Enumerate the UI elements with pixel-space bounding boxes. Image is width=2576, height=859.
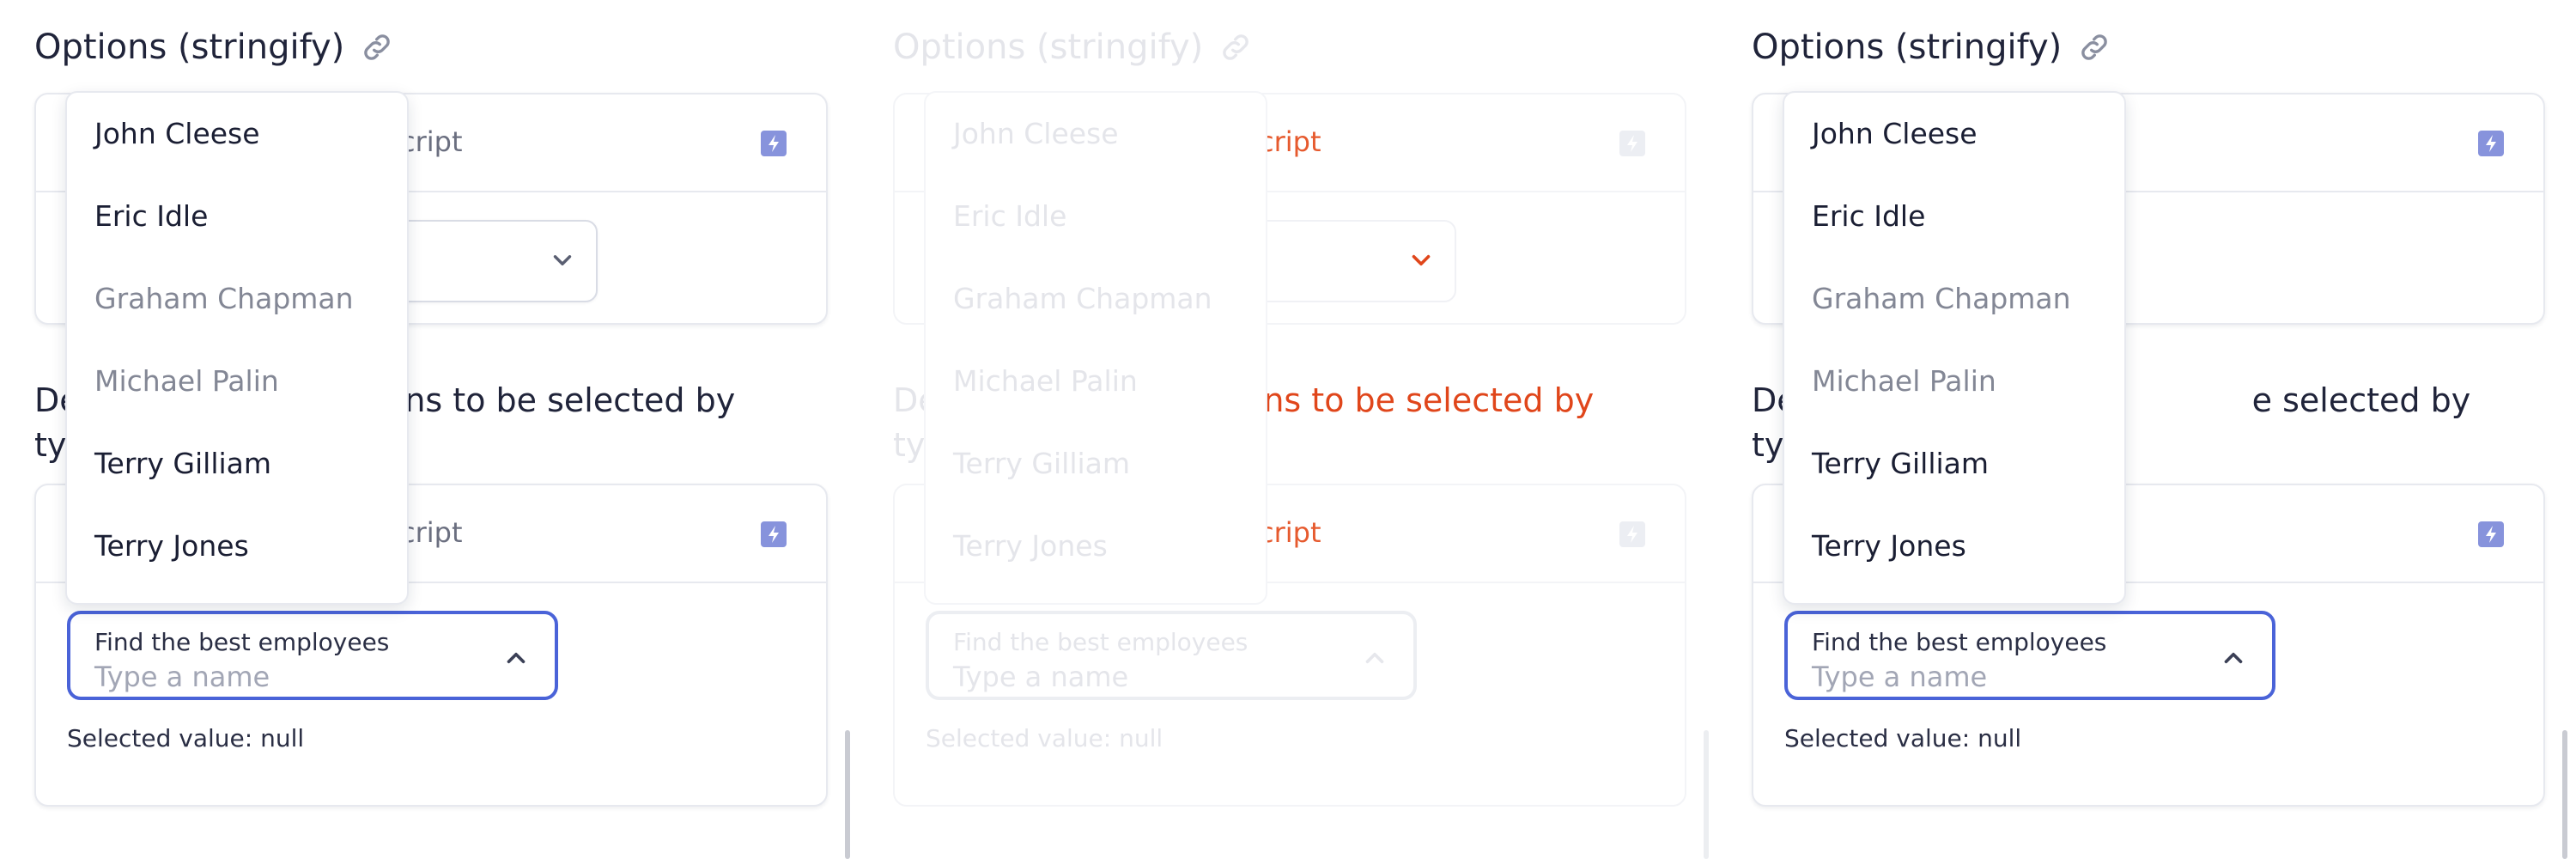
selected-value-text: Selected value: null xyxy=(1784,724,2022,752)
section-title: Options (stringify) xyxy=(1752,27,2111,67)
field-label: Find the best employees xyxy=(953,628,1249,656)
bolt-icon[interactable] xyxy=(2478,521,2504,547)
heading-fragment-2: ty xyxy=(34,426,67,464)
option-graham-chapman: Graham Chapman xyxy=(1812,282,2071,315)
bolt-icon[interactable] xyxy=(761,521,787,547)
link-icon[interactable] xyxy=(1218,30,1253,64)
option-john-cleese[interactable]: John Cleese xyxy=(67,93,407,175)
option-michael-palin: Michael Palin xyxy=(1812,364,1996,398)
options-listbox: John Cleese Eric Idle Graham Chapman Mic… xyxy=(65,91,409,605)
chevron-up-icon[interactable] xyxy=(1360,643,1389,673)
option-john-cleese[interactable]: John Cleese xyxy=(1784,93,2124,175)
selected-value-text: Selected value: null xyxy=(926,724,1163,752)
option-terry-gilliam[interactable]: Terry Gilliam xyxy=(67,423,407,505)
chevron-down-icon[interactable] xyxy=(548,246,577,275)
panel-transition-state: Options (stringify) cript De tions to be … xyxy=(859,0,1717,859)
option-graham-chapman: Graham Chapman xyxy=(94,282,354,315)
options-listbox: John Cleese Eric Idle Graham Chapman Mic… xyxy=(924,91,1267,605)
options-listbox: John Cleese Eric Idle Graham Chapman Mic… xyxy=(1783,91,2126,605)
chevron-up-icon[interactable] xyxy=(2219,643,2248,673)
heading-fragment-right: tions to be selected by xyxy=(1221,381,1595,419)
section-title: Options (stringify) xyxy=(893,27,1253,67)
search-input[interactable]: Type a name xyxy=(94,661,270,693)
heading-fragment-right: e selected by xyxy=(2251,381,2471,419)
field-label: Find the best employees xyxy=(1812,628,2107,656)
option-eric-idle[interactable]: Eric Idle xyxy=(926,175,1266,258)
section-title-text: Options (stringify) xyxy=(1752,27,2063,67)
section-title: Options (stringify) xyxy=(34,27,394,67)
section-title-text: Options (stringify) xyxy=(34,27,345,67)
panel-open-state-2: Options (stringify) De e selected by ty F… xyxy=(1717,0,2576,859)
employee-search-input[interactable]: Find the best employees Type a name xyxy=(926,611,1417,700)
language-toggle[interactable]: cript xyxy=(1259,516,1321,549)
heading-fragment-right: tions to be selected by xyxy=(362,381,736,419)
search-input[interactable]: Type a name xyxy=(1812,661,1987,693)
option-eric-idle[interactable]: Eric Idle xyxy=(1784,175,2124,258)
option-terry-jones[interactable]: Terry Jones xyxy=(1784,505,2124,588)
scrollbar[interactable] xyxy=(1704,730,1709,859)
option-terry-jones[interactable]: Terry Jones xyxy=(67,505,407,588)
search-input[interactable]: Type a name xyxy=(953,661,1128,693)
option-michael-palin: Michael Palin xyxy=(94,364,279,398)
language-toggle[interactable]: cript xyxy=(400,516,463,549)
option-john-cleese[interactable]: John Cleese xyxy=(926,93,1266,175)
language-toggle[interactable]: cript xyxy=(400,125,463,158)
bolt-icon[interactable] xyxy=(1619,521,1645,547)
scrollbar[interactable] xyxy=(2562,730,2567,859)
section-title-text: Options (stringify) xyxy=(893,27,1204,67)
bolt-icon[interactable] xyxy=(761,131,787,156)
employee-search-input[interactable]: Find the best employees Type a name xyxy=(1784,611,2275,700)
heading-fragment-2: ty xyxy=(1752,426,1784,464)
option-graham-chapman: Graham Chapman xyxy=(953,282,1212,315)
panel-open-state: Options (stringify) cript De tions to be … xyxy=(0,0,859,859)
option-michael-palin: Michael Palin xyxy=(953,364,1138,398)
link-icon[interactable] xyxy=(360,30,394,64)
chevron-up-icon[interactable] xyxy=(501,643,531,673)
employee-search-input[interactable]: Find the best employees Type a name xyxy=(67,611,558,700)
option-eric-idle[interactable]: Eric Idle xyxy=(67,175,407,258)
bolt-icon[interactable] xyxy=(1619,131,1645,156)
scrollbar[interactable] xyxy=(845,730,850,859)
link-icon[interactable] xyxy=(2077,30,2111,64)
option-terry-gilliam[interactable]: Terry Gilliam xyxy=(1784,423,2124,505)
heading-fragment-2: ty xyxy=(893,426,926,464)
selected-value-text: Selected value: null xyxy=(67,724,305,752)
option-terry-gilliam[interactable]: Terry Gilliam xyxy=(926,423,1266,505)
option-terry-jones[interactable]: Terry Jones xyxy=(926,505,1266,588)
bolt-icon[interactable] xyxy=(2478,131,2504,156)
chevron-down-icon[interactable] xyxy=(1406,246,1436,275)
field-label: Find the best employees xyxy=(94,628,390,656)
language-toggle[interactable]: cript xyxy=(1259,125,1321,158)
